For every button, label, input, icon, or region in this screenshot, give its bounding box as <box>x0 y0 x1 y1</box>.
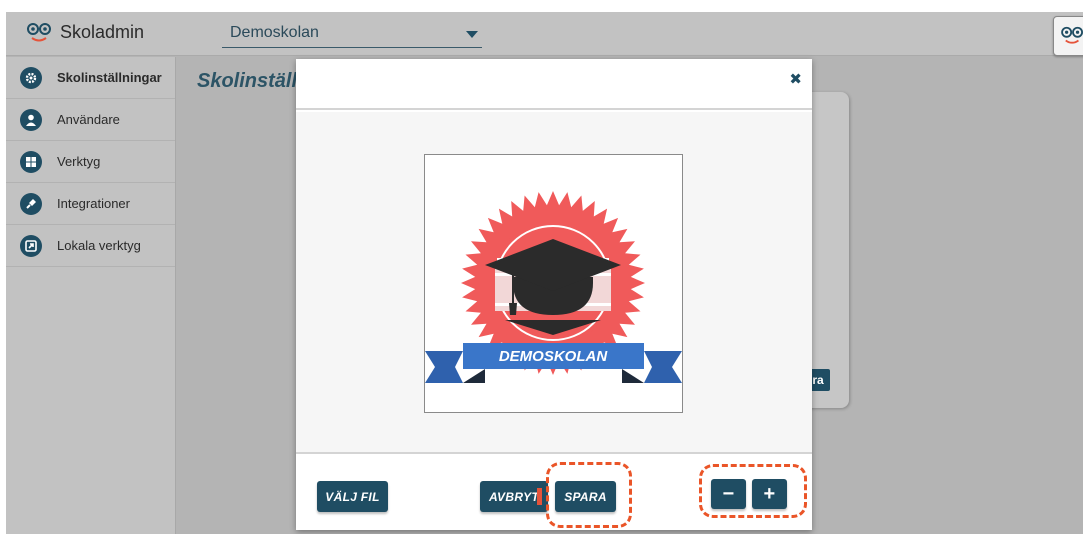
plug-icon <box>20 192 42 215</box>
sidebar-item-lokala-verktyg[interactable]: Lokala verktyg <box>6 225 175 267</box>
external-link-icon <box>20 234 42 257</box>
sidebar: Skolinställningar Användare Verktyg Inte… <box>6 57 176 534</box>
school-logo-image: DEMOSKOLAN <box>425 191 682 383</box>
highlight-zoom-annotation <box>699 464 807 518</box>
school-select[interactable]: Demoskolan <box>222 22 482 48</box>
sidebar-item-verktyg[interactable]: Verktyg <box>6 141 175 183</box>
top-bar: Skoladmin Demoskolan <box>6 12 1083 56</box>
logo-preview[interactable]: DEMOSKOLAN <box>424 154 683 413</box>
background-action-label: ra <box>812 373 824 387</box>
sidebar-item-label: Integrationer <box>57 196 130 211</box>
app-frame: Skoladmin Demoskolan Skolinställningar A… <box>6 12 1083 534</box>
gear-icon <box>20 66 42 89</box>
sidebar-item-anvandare[interactable]: Användare <box>6 99 175 141</box>
user-icon <box>20 108 42 131</box>
text-cursor-marker <box>537 488 542 505</box>
sidebar-item-integrationer[interactable]: Integrationer <box>6 183 175 225</box>
logo-text: DEMOSKOLAN <box>499 348 609 365</box>
highlight-save-annotation <box>546 462 632 528</box>
skoladmin-logo-icon <box>1061 26 1083 44</box>
sidebar-item-label: Användare <box>57 112 120 127</box>
sidebar-item-skolinstallningar[interactable]: Skolinställningar <box>6 57 175 99</box>
app-name: Skoladmin <box>60 21 145 42</box>
grid-icon <box>20 150 42 173</box>
modal-footer: VÄLJ FIL AVBRYT SPARA − + <box>296 452 812 530</box>
skoladmin-logo-icon <box>27 23 51 42</box>
chevron-down-icon <box>466 31 478 38</box>
modal-body: DEMOSKOLAN <box>296 112 812 452</box>
close-icon[interactable]: ✖ <box>789 70 802 88</box>
corner-logo[interactable] <box>1053 16 1083 56</box>
choose-file-button[interactable]: VÄLJ FIL <box>317 481 388 512</box>
school-select-value: Demoskolan <box>230 24 319 41</box>
brand[interactable]: Skoladmin <box>26 21 144 43</box>
logo-upload-modal: ✖ DEMOSKOLAN VÄLJ FIL AVBRYT SPARA − + <box>296 59 812 530</box>
sidebar-item-label: Verktyg <box>57 154 101 169</box>
sidebar-item-label: Skolinställningar <box>57 70 162 85</box>
sidebar-item-label: Lokala verktyg <box>57 238 141 253</box>
modal-header: ✖ <box>296 59 812 110</box>
